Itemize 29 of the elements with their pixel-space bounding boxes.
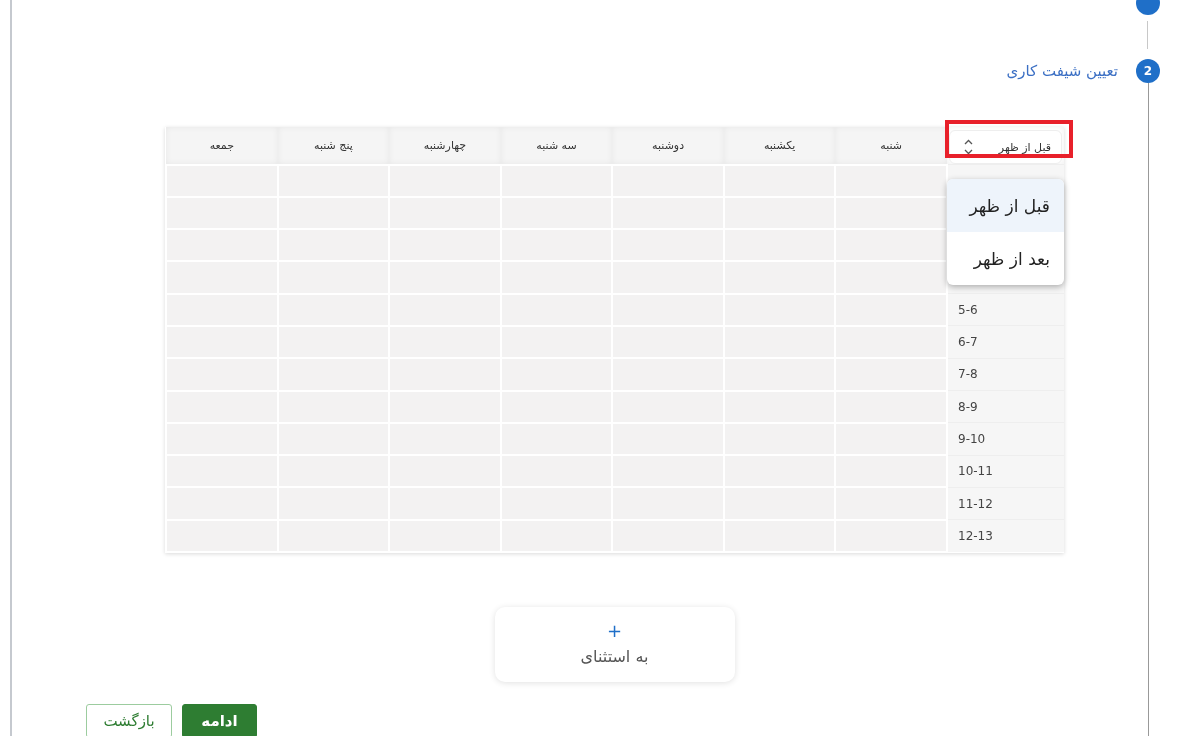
menu-option[interactable]: بعد از ظهر: [947, 232, 1064, 285]
up-down-chevron-icon: [964, 139, 973, 155]
day-header: چهارشنبه: [389, 127, 501, 165]
menu-option[interactable]: قبل از ظهر: [947, 179, 1064, 232]
plus-icon: +: [606, 623, 623, 640]
day-header: جمعه: [166, 127, 278, 165]
step-circle: 2: [1136, 59, 1160, 83]
exception-label: به استثنای: [580, 647, 649, 667]
time-slot: 8-9: [947, 390, 1064, 423]
day-header: سه شنبه: [500, 127, 613, 165]
back-button[interactable]: بازگشت: [86, 704, 172, 736]
time-slot: 9-10: [947, 422, 1064, 456]
day-header: دوشنبه: [612, 127, 724, 165]
day-header: یکشنبه: [723, 127, 836, 165]
step-title: تعیین شیفت کاری: [1006, 62, 1118, 80]
schedule-cell[interactable]: [835, 229, 947, 262]
day-header: پنج شنبه: [277, 127, 390, 165]
continue-button[interactable]: ادامه: [182, 704, 257, 736]
day-header: شنبه: [835, 127, 947, 165]
schedule-cell[interactable]: [835, 164, 947, 197]
time-slot: 12-13: [947, 519, 1064, 553]
time-slot: 6-7: [947, 326, 1064, 359]
time-slot: 11-12: [947, 487, 1064, 520]
schedule-cell[interactable]: [835, 196, 947, 230]
add-exception-button[interactable]: + به استثنای: [494, 607, 735, 683]
time-slot: 5-6: [947, 293, 1064, 326]
time-slot: 10-11: [947, 455, 1064, 488]
time-slot: 7-8: [947, 358, 1064, 391]
schedule-cell[interactable]: [835, 261, 947, 294]
